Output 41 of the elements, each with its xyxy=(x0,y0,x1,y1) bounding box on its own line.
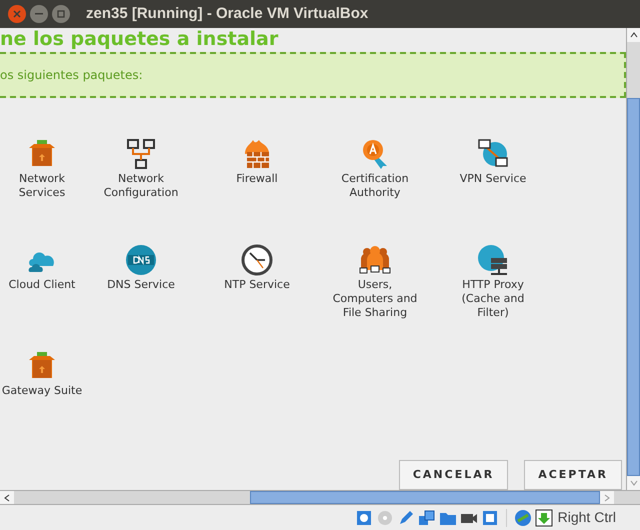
scroll-down-icon[interactable] xyxy=(630,480,638,486)
scrollbar-thumb[interactable] xyxy=(627,98,640,476)
package-item[interactable]: Certification Authority xyxy=(316,138,434,222)
network-icon[interactable] xyxy=(418,508,436,526)
download-icon[interactable] xyxy=(534,508,553,526)
globe-icon[interactable] xyxy=(514,508,532,526)
clock-icon xyxy=(241,244,273,276)
package-item[interactable]: Users, Computers and File Sharing xyxy=(316,244,434,328)
host-key-label: Right Ctrl xyxy=(558,508,616,527)
scrollbar-thumb[interactable] xyxy=(250,491,600,504)
page-heading: ne los paquetes a instalar xyxy=(0,28,280,50)
window-title: zen35 [Running] - Oracle VM VirtualBox xyxy=(86,4,368,24)
close-button[interactable] xyxy=(8,5,26,23)
scroll-right-icon[interactable] xyxy=(604,494,610,502)
package-item[interactable]: Cloud Client xyxy=(0,244,84,328)
maximize-button[interactable] xyxy=(52,5,70,23)
globe-icon xyxy=(125,244,157,276)
close-icon xyxy=(13,10,21,18)
scroll-left-icon[interactable] xyxy=(4,494,10,502)
scroll-up-icon[interactable] xyxy=(630,32,638,38)
package-item[interactable]: DNS Service xyxy=(84,244,198,328)
horizontal-scrollbar[interactable] xyxy=(0,490,640,505)
chip-icon[interactable] xyxy=(480,508,499,526)
package-item[interactable]: Firewall xyxy=(198,138,316,222)
package-item[interactable]: Gateway Suite xyxy=(0,350,84,434)
users-icon xyxy=(359,244,391,276)
minimize-button[interactable] xyxy=(30,5,48,23)
minimize-icon xyxy=(35,13,43,15)
cancel-button[interactable]: CANCELAR xyxy=(398,460,508,490)
maximize-icon xyxy=(57,10,65,18)
package-item[interactable]: HTTP Proxy (Cache and Filter) xyxy=(434,244,552,328)
package-item[interactable]: NTP Service xyxy=(198,244,316,328)
notice-text: os siguientes paquetes: xyxy=(0,67,143,84)
accept-button[interactable]: ACEPTAR xyxy=(524,460,622,490)
vpn-icon xyxy=(477,138,509,170)
package-item[interactable]: VPN Service xyxy=(434,138,552,222)
server-icon xyxy=(477,244,509,276)
network-icon xyxy=(125,138,157,170)
package-item[interactable]: Network Services xyxy=(0,138,84,222)
package-item[interactable]: Network Configuration xyxy=(84,138,198,222)
vertical-scrollbar[interactable] xyxy=(626,28,640,490)
